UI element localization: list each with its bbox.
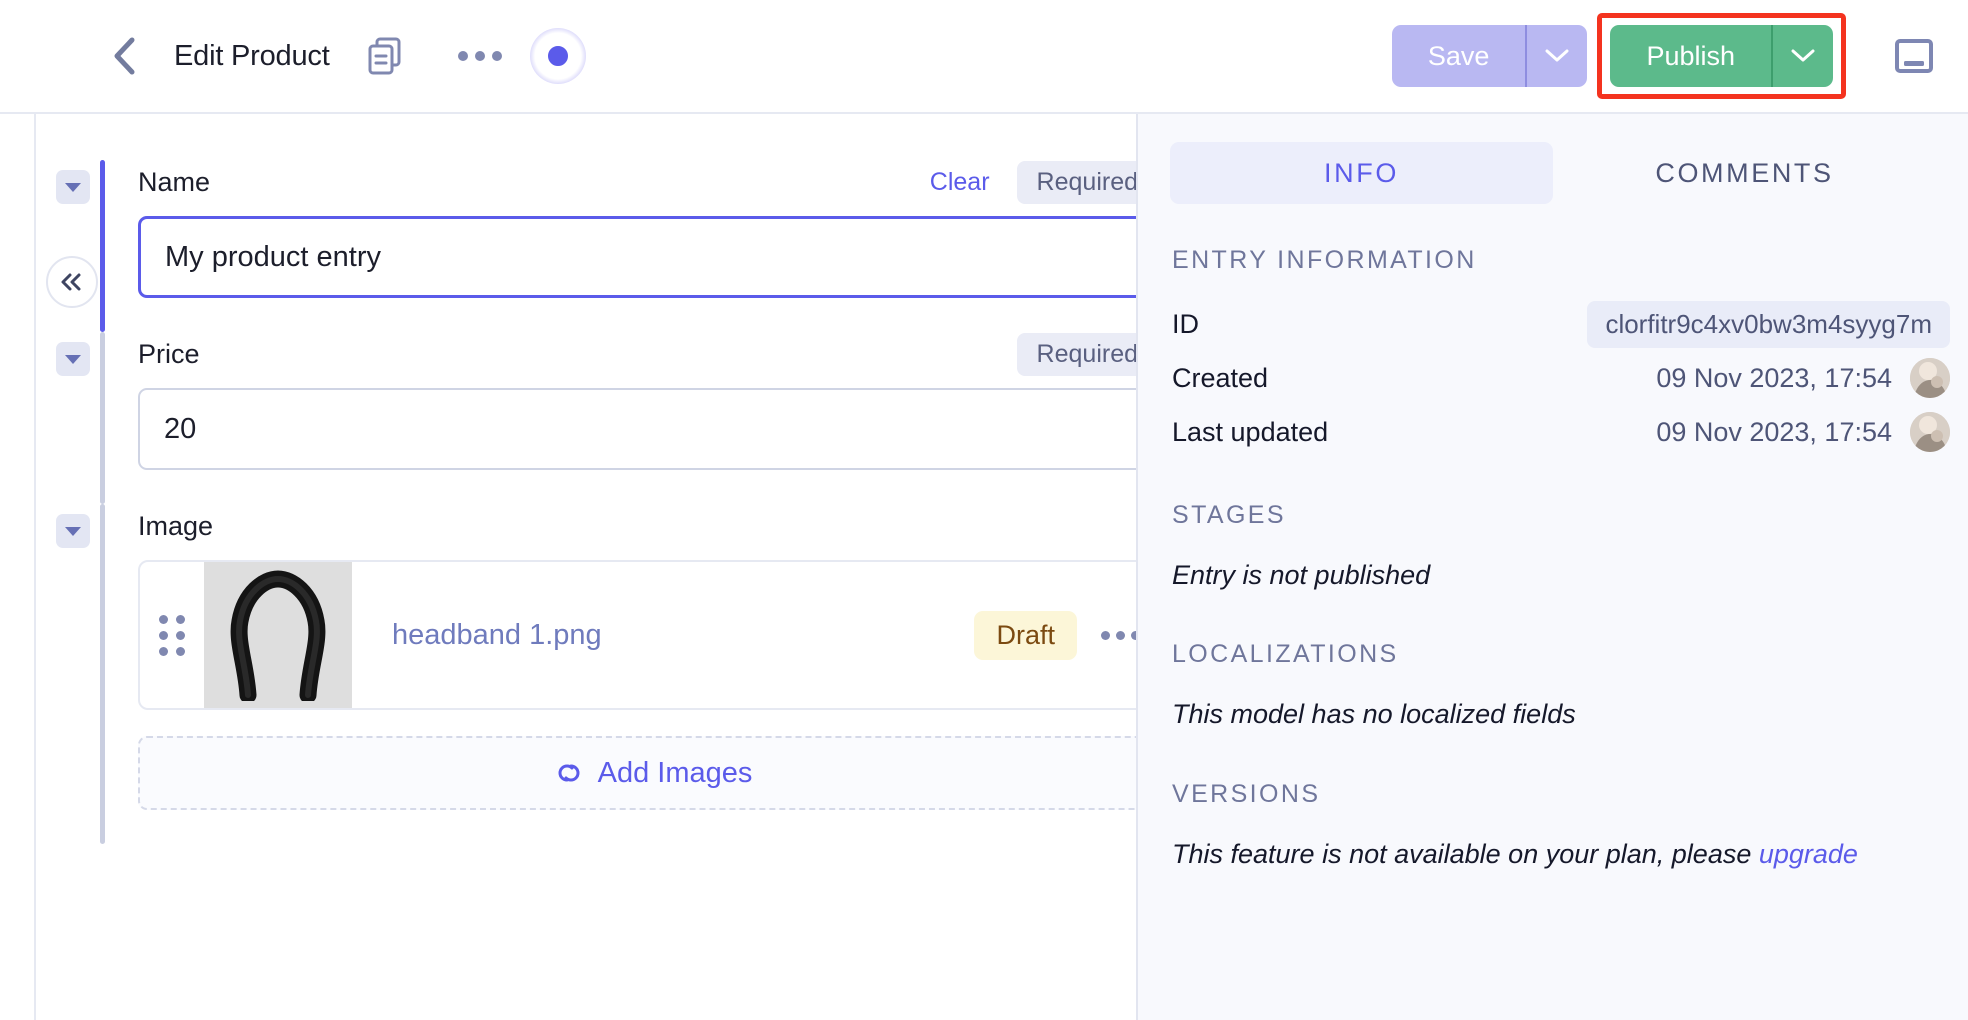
asset-thumbnail — [204, 562, 352, 708]
field-body: Image headband 1.png Draft Add Images — [105, 504, 1136, 844]
entry-created-row: Created 09 Nov 2023, 17:54 — [1138, 351, 1968, 405]
save-dropdown-button[interactable] — [1525, 25, 1587, 87]
tab-info[interactable]: INFO — [1170, 142, 1553, 204]
ellipsis-icon — [491, 51, 502, 61]
avatar-image — [1910, 358, 1950, 398]
chevron-down-icon — [1791, 49, 1815, 62]
field-toggle-col — [36, 504, 100, 844]
chevron-left-icon — [114, 37, 135, 75]
entry-created-value: 09 Nov 2023, 17:54 — [1656, 362, 1892, 393]
stages-text: Entry is not published — [1172, 560, 1431, 590]
entry-id-row: ID clorfitr9c4xv0bw3m4syyg7m — [1138, 297, 1968, 351]
upgrade-link[interactable]: upgrade — [1759, 839, 1858, 869]
link-chain-icon — [558, 764, 580, 782]
header-actions: Save Publish — [1391, 13, 1938, 99]
field-collapse-toggle[interactable] — [56, 170, 90, 204]
avatar-image — [1910, 412, 1950, 452]
entry-id-value[interactable]: clorfitr9c4xv0bw3m4syyg7m — [1587, 300, 1950, 348]
collapse-left-button[interactable] — [46, 256, 98, 308]
field-collapse-toggle[interactable] — [56, 514, 90, 548]
asset-filename-link[interactable]: headband 1.png — [352, 562, 974, 708]
avatar[interactable] — [1910, 412, 1950, 452]
caret-down-icon — [65, 182, 81, 192]
localizations-title: LOCALIZATIONS — [1172, 640, 1399, 669]
field-body: Price Required — [105, 332, 1136, 504]
field-image: Image headband 1.png Draft Add Images — [36, 504, 1136, 844]
duplicate-icon — [368, 37, 401, 75]
app-root: Edit Product Save Publish Name Clear Req… — [0, 0, 1968, 1020]
avatar[interactable] — [1910, 358, 1950, 398]
versions-title: VERSIONS — [1172, 779, 1321, 808]
versions-text: This feature is not available on your pl… — [1138, 831, 1968, 877]
ellipsis-icon — [474, 51, 485, 61]
price-input[interactable] — [138, 388, 1136, 470]
headband-thumbnail-image — [230, 570, 326, 701]
app-header: Edit Product Save Publish — [0, 0, 1968, 114]
header-left-group: Edit Product — [36, 28, 1392, 84]
body-area: Name Clear Required My product entry Pri… — [0, 114, 1968, 1020]
field-toggle-col — [36, 332, 100, 504]
publish-highlight-box: Publish — [1597, 13, 1846, 99]
entry-information-title: ENTRY INFORMATION — [1172, 246, 1477, 274]
entry-updated-row: Last updated 09 Nov 2023, 17:54 — [1138, 405, 1968, 459]
right-sidebar: INFO COMMENTS ENTRY INFORMATION ID clorf… — [1136, 114, 1968, 1020]
panel-toggle-button[interactable] — [1890, 32, 1938, 80]
asset-row[interactable]: headband 1.png Draft — [138, 560, 1136, 710]
chevrons-left-icon — [61, 273, 81, 291]
field-name: Name Clear Required — [36, 160, 1136, 332]
sidebar-tabs: INFO COMMENTS — [1138, 142, 1968, 204]
add-images-button[interactable]: Add Images — [138, 736, 1136, 810]
required-badge: Required — [1016, 160, 1136, 204]
caret-down-icon — [65, 354, 81, 364]
status-indicator[interactable] — [529, 28, 586, 84]
field-label: Name — [138, 166, 211, 197]
duplicate-button[interactable] — [368, 37, 402, 75]
clear-link[interactable]: Clear — [930, 168, 990, 197]
entry-updated-label: Last updated — [1172, 416, 1329, 447]
field-price: Price Required — [36, 332, 1136, 504]
name-input[interactable] — [138, 216, 1136, 298]
ellipsis-icon — [1101, 630, 1110, 640]
chevron-down-icon — [1545, 49, 1569, 62]
field-label: Price — [138, 338, 200, 369]
field-header: Name Clear Required — [138, 160, 1136, 204]
ellipsis-icon — [1116, 630, 1125, 640]
left-rail — [0, 114, 36, 1020]
publish-split-button[interactable]: Publish — [1610, 25, 1833, 87]
entry-updated-value: 09 Nov 2023, 17:54 — [1656, 416, 1892, 447]
page-title: Edit Product — [174, 39, 330, 72]
versions-text-body: This feature is not available on your pl… — [1172, 838, 1759, 869]
asset-overflow-menu[interactable] — [1087, 617, 1136, 654]
stages-title: STAGES — [1172, 501, 1286, 529]
publish-dropdown-button[interactable] — [1771, 25, 1833, 87]
field-header: Price Required — [138, 332, 1136, 376]
field-collapse-toggle[interactable] — [56, 342, 90, 376]
localizations-text: This model has no localized fields — [1172, 699, 1576, 730]
back-button[interactable] — [98, 30, 150, 82]
entry-id-label: ID — [1172, 308, 1199, 339]
publish-button[interactable]: Publish — [1610, 25, 1771, 87]
drag-handle-icon — [159, 614, 185, 656]
caret-down-icon — [65, 526, 81, 536]
tab-comments[interactable]: COMMENTS — [1553, 142, 1936, 204]
main-pane: Name Clear Required My product entry Pri… — [36, 114, 1136, 1020]
save-split-button[interactable]: Save — [1391, 25, 1588, 87]
ellipsis-icon — [457, 51, 468, 61]
unsaved-changes-dot — [544, 43, 571, 69]
header-overflow-menu[interactable] — [454, 41, 506, 71]
field-header: Image — [138, 504, 1136, 548]
field-label: Image — [138, 510, 214, 541]
entry-created-label: Created — [1172, 362, 1269, 393]
field-body: Name Clear Required — [105, 160, 1136, 332]
required-badge: Required — [1016, 332, 1136, 376]
panel-toggle-icon — [1895, 39, 1933, 73]
drag-handle[interactable] — [140, 562, 204, 708]
add-images-label: Add Images — [597, 756, 753, 789]
save-button[interactable]: Save — [1392, 25, 1526, 87]
asset-status-badge: Draft — [974, 610, 1077, 660]
